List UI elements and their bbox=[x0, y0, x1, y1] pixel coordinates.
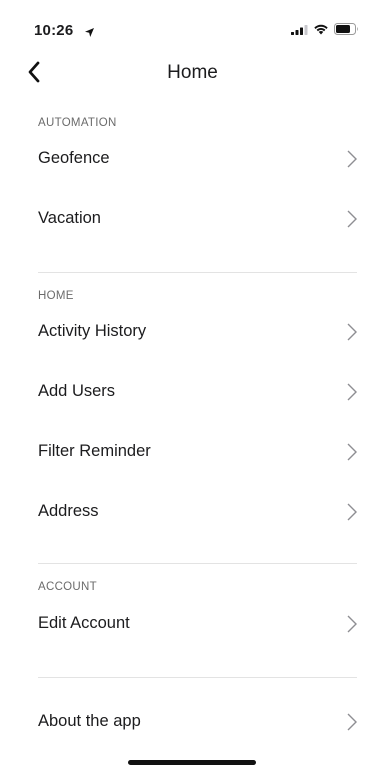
section-divider bbox=[38, 272, 357, 273]
home-indicator[interactable] bbox=[128, 760, 256, 765]
chevron-right-icon bbox=[345, 442, 359, 462]
page-title: Home bbox=[167, 62, 218, 83]
chevron-right-icon bbox=[345, 149, 359, 169]
section-header-home: HOME bbox=[38, 290, 74, 302]
row-activity-history[interactable]: Activity History bbox=[0, 310, 385, 354]
row-label: Add Users bbox=[38, 382, 116, 400]
chevron-right-icon bbox=[345, 209, 359, 229]
row-label: Activity History bbox=[38, 322, 147, 340]
row-vacation[interactable]: Vacation bbox=[0, 197, 385, 241]
row-label: Filter Reminder bbox=[38, 442, 151, 460]
row-label: Address bbox=[38, 502, 99, 520]
location-arrow-icon bbox=[84, 25, 95, 43]
status-time: 10:26 bbox=[34, 22, 74, 39]
cellular-signal-icon bbox=[291, 22, 308, 40]
navigation-bar: Home bbox=[0, 52, 385, 96]
section-divider bbox=[38, 677, 357, 678]
row-about-the-app[interactable]: About the app bbox=[0, 700, 385, 744]
row-label: Vacation bbox=[38, 209, 101, 227]
row-geofence[interactable]: Geofence bbox=[0, 137, 385, 181]
chevron-right-icon bbox=[345, 502, 359, 522]
row-filter-reminder[interactable]: Filter Reminder bbox=[0, 430, 385, 474]
row-label: Edit Account bbox=[38, 614, 130, 632]
wifi-icon bbox=[313, 22, 329, 40]
chevron-right-icon bbox=[345, 614, 359, 634]
section-header-account: ACCOUNT bbox=[38, 581, 97, 593]
chevron-right-icon bbox=[345, 382, 359, 402]
row-label: Geofence bbox=[38, 149, 110, 167]
chevron-right-icon bbox=[345, 712, 359, 732]
row-label: About the app bbox=[38, 712, 141, 730]
row-edit-account[interactable]: Edit Account bbox=[0, 602, 385, 646]
status-bar: 10:26 bbox=[0, 0, 385, 44]
row-address[interactable]: Address bbox=[0, 490, 385, 534]
row-add-users[interactable]: Add Users bbox=[0, 370, 385, 414]
chevron-right-icon bbox=[345, 322, 359, 342]
section-header-automation: AUTOMATION bbox=[38, 117, 117, 129]
section-divider bbox=[38, 563, 357, 564]
battery-icon bbox=[334, 22, 359, 40]
